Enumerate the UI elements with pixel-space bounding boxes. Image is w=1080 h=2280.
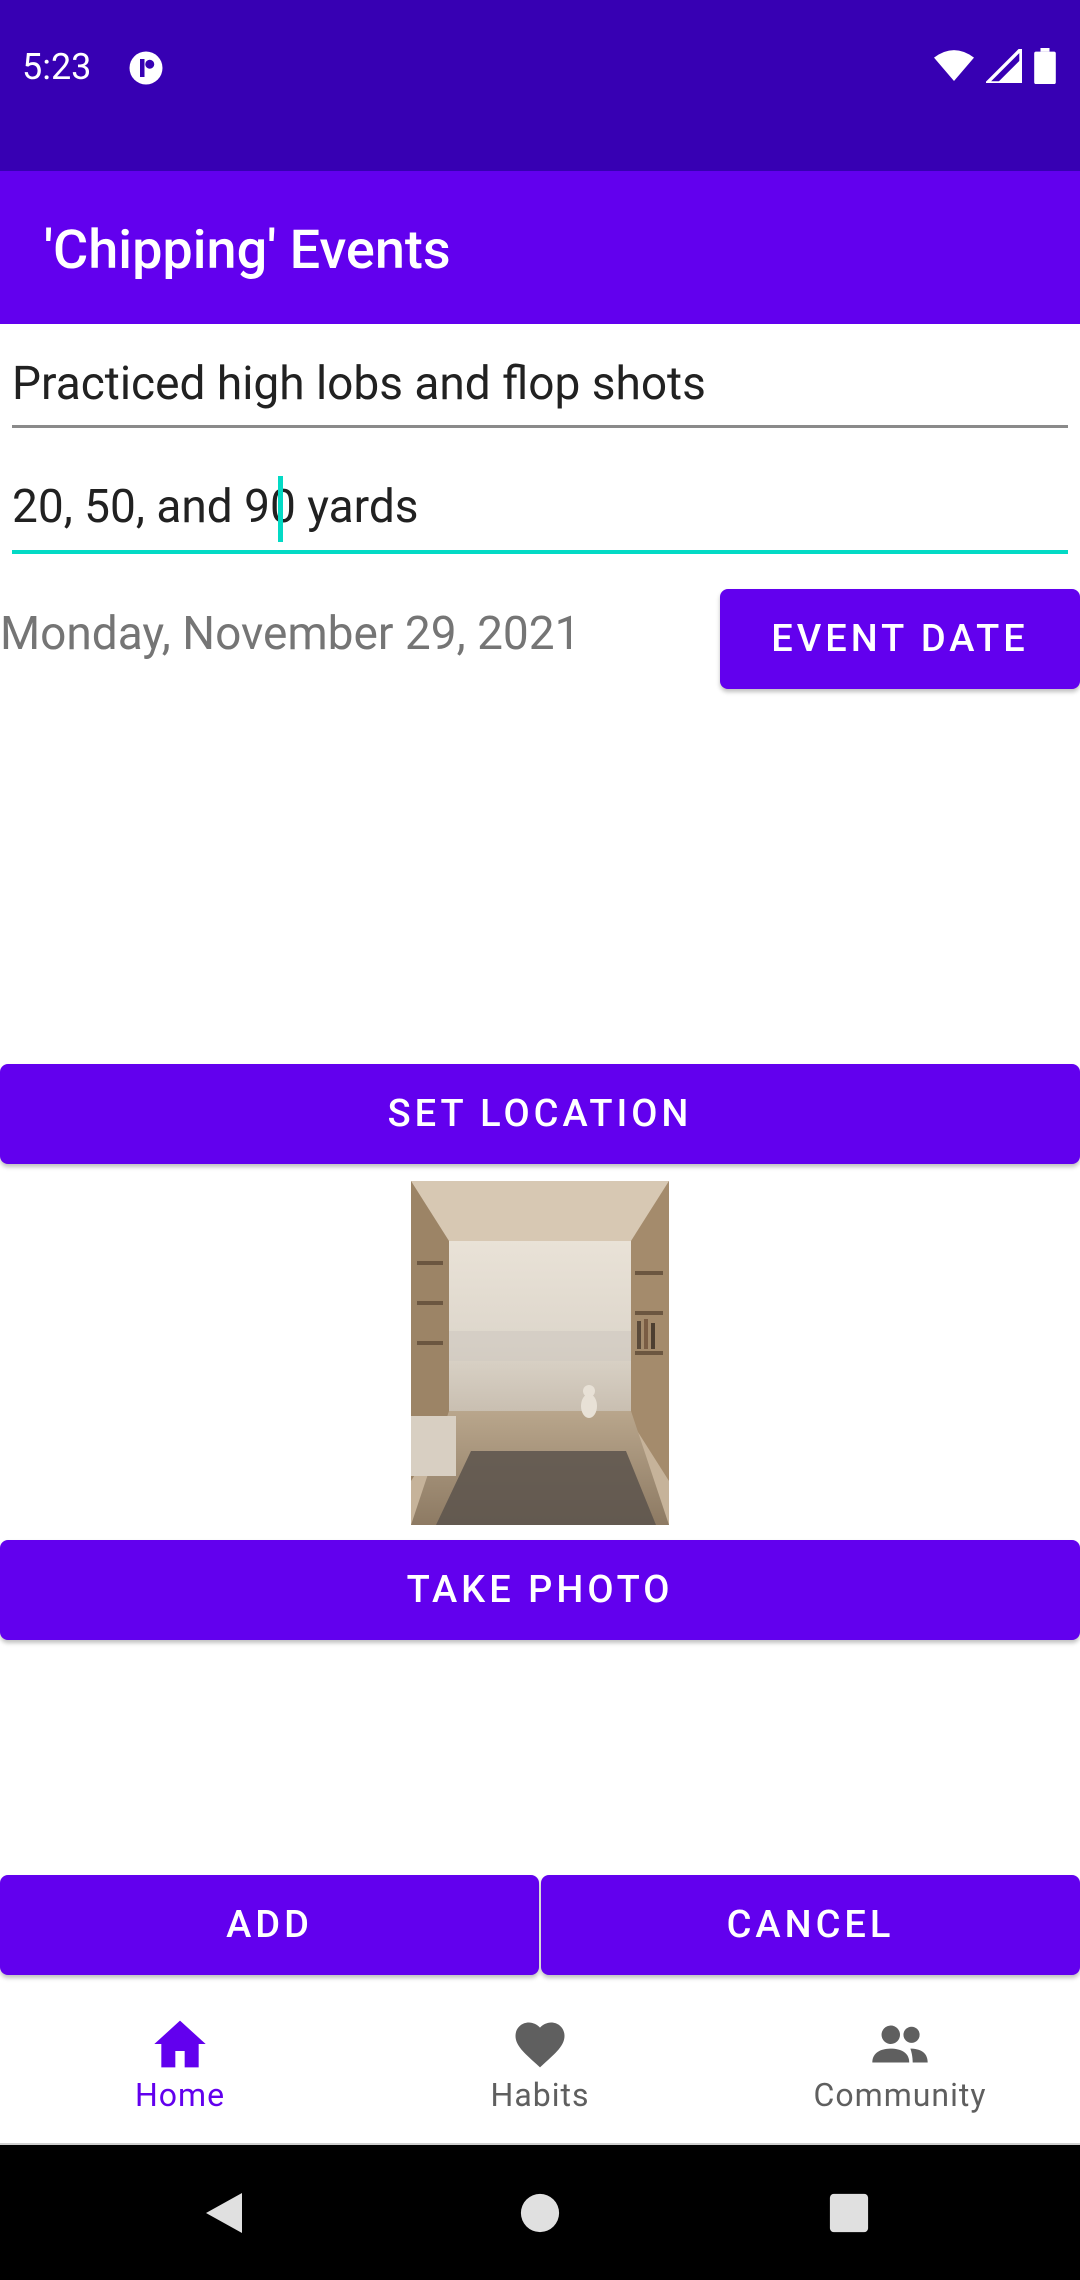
people-icon [872,2025,928,2062]
app-bar: 'Chipping' Events [0,171,1080,324]
event-photo [411,1181,669,1525]
system-navigation-bar [0,2145,1080,2280]
heart-icon [515,2022,565,2067]
details-field[interactable]: 20, 50, and 90 yards [12,478,1068,554]
description-field[interactable]: Practiced high lobs and flop shots [12,355,1068,428]
nav-item-habits[interactable]: Habits [360,1988,720,2143]
wifi-icon [934,50,974,81]
description-value: Practiced high lobs and flop shots [12,357,706,411]
app-notification-icon [129,51,163,85]
back-icon[interactable] [202,2191,246,2235]
cancel-button[interactable]: CANCEL [541,1875,1080,1975]
add-button[interactable]: ADD [0,1875,539,1975]
text-cursor [278,476,283,542]
home-icon [154,2020,206,2067]
home-circle-icon[interactable] [519,2192,561,2234]
battery-icon [1034,48,1056,84]
status-icons [934,48,1056,84]
recents-icon[interactable] [828,2192,870,2234]
bottom-navigation: Home Habits Community [0,1988,1080,2145]
status-time: 5:23 [22,46,92,88]
details-value: 20, 50, and 90 yards [12,480,419,534]
take-photo-button[interactable]: TAKE PHOTO [0,1540,1080,1640]
nav-item-home[interactable]: Home [0,1988,360,2143]
page-title: 'Chipping' Events [44,219,451,282]
event-date-button[interactable]: EVENT DATE [720,589,1080,689]
signal-icon [986,49,1022,83]
nav-item-community[interactable]: Community [720,1988,1080,2143]
nav-label-habits: Habits [490,2075,590,2114]
set-location-button[interactable]: SET LOCATION [0,1064,1080,1164]
event-date-text: Monday, November 29, 2021 [0,607,581,661]
nav-label-home: Home [134,2075,226,2114]
status-bar: 5:23 [0,0,1080,171]
nav-label-community: Community [813,2075,987,2114]
